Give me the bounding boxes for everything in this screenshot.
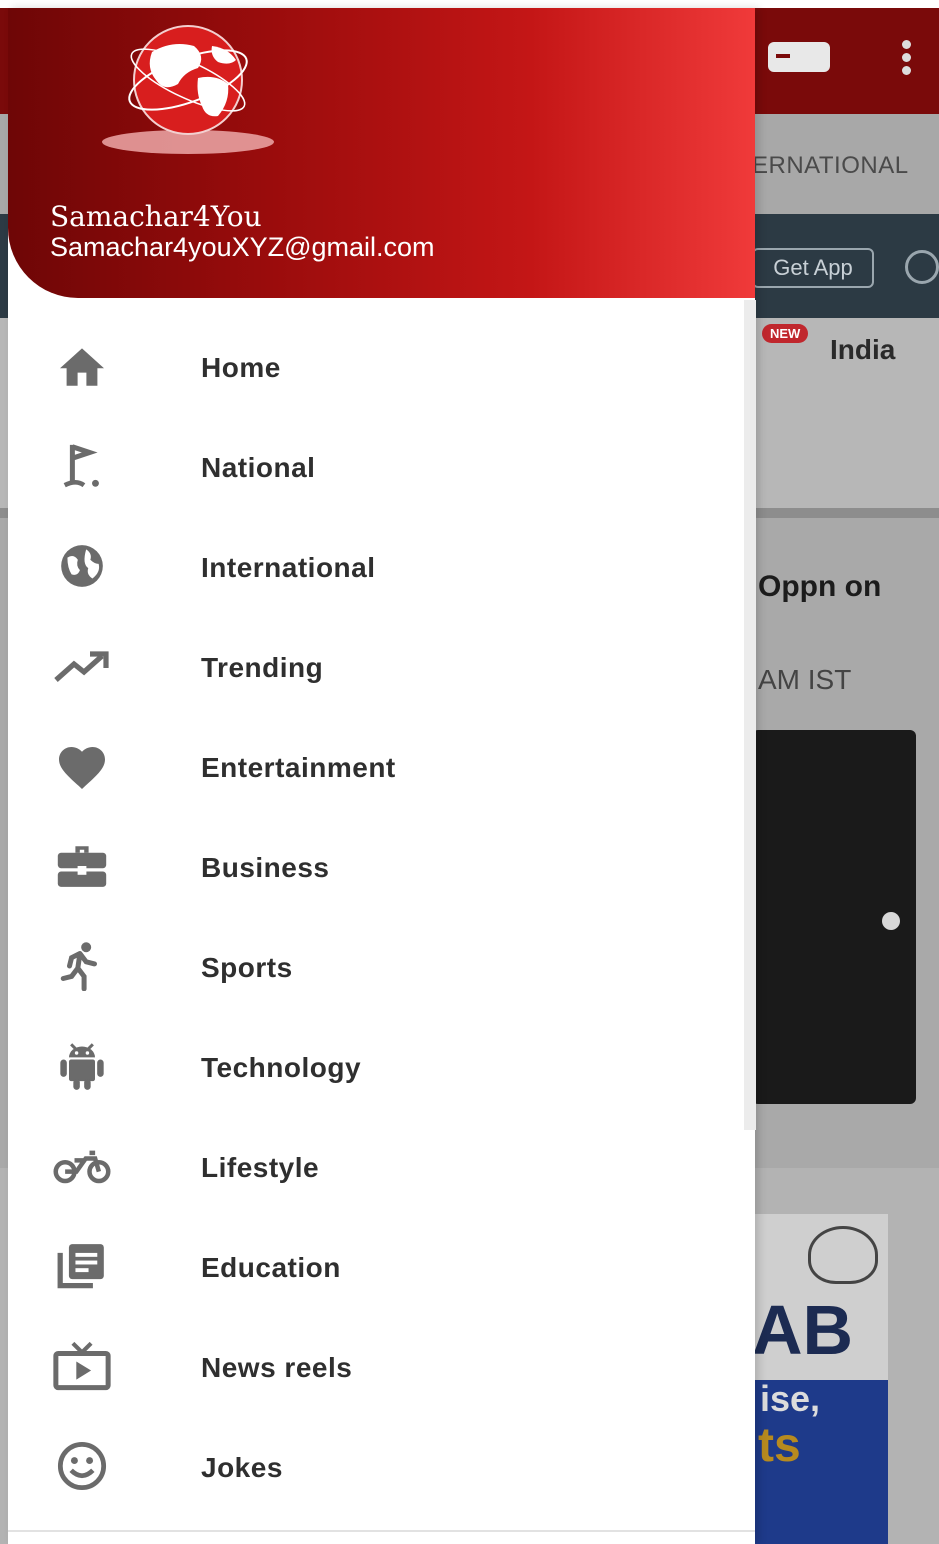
- new-badge: NEW: [762, 324, 809, 343]
- navigation-drawer: Samachar4You Samachar4youXYZ@gmail.com H…: [8, 8, 755, 1544]
- article-photo[interactable]: [752, 730, 916, 1104]
- drawer-menu: Home National International Trending Ent…: [8, 316, 755, 1516]
- emblem-icon: [808, 1226, 878, 1284]
- menu-item-lifestyle[interactable]: Lifestyle: [8, 1116, 755, 1216]
- menu-label: Sports: [201, 952, 293, 983]
- menu-label: Jokes: [201, 1452, 283, 1483]
- search-icon[interactable]: [905, 250, 939, 284]
- menu-item-international[interactable]: International: [8, 516, 755, 616]
- ad-text-ise: ise,: [760, 1378, 821, 1419]
- tv-play-icon: [52, 1340, 112, 1392]
- menu-label: Business: [201, 852, 330, 883]
- drawer-header: Samachar4You Samachar4youXYZ@gmail.com: [8, 8, 755, 298]
- drawer-bottom-divider: [8, 1530, 755, 1532]
- more-options-icon[interactable]: [902, 40, 912, 76]
- scrollbar[interactable]: [744, 300, 756, 1130]
- ad-text-ab: AB: [752, 1291, 854, 1369]
- get-app-button[interactable]: Get App: [752, 248, 874, 288]
- menu-label: Home: [201, 352, 281, 383]
- menu-label: International: [201, 552, 376, 583]
- user-email: Samachar4youXYZ@gmail.com: [50, 232, 435, 262]
- menu-item-news-reels[interactable]: News reels: [8, 1316, 755, 1416]
- menu-label: National: [201, 452, 316, 483]
- home-icon: [52, 340, 112, 392]
- menu-item-education[interactable]: Education: [8, 1216, 755, 1316]
- briefcase-icon: [52, 840, 112, 892]
- heart-icon: [52, 740, 112, 792]
- category-india[interactable]: India: [830, 334, 895, 366]
- globe-logo-icon: [102, 25, 274, 154]
- menu-label: News reels: [201, 1352, 353, 1383]
- article-timestamp: AM IST: [758, 664, 852, 695]
- menu-item-business[interactable]: Business: [8, 816, 755, 916]
- menu-item-technology[interactable]: Technology: [8, 1016, 755, 1116]
- gamepad-icon[interactable]: [768, 42, 830, 72]
- flag-icon: [52, 440, 112, 492]
- article-headline[interactable]: Oppn on: [758, 570, 881, 604]
- trending-up-icon: [52, 640, 112, 692]
- menu-label: Lifestyle: [201, 1152, 320, 1183]
- menu-item-trending[interactable]: Trending: [8, 616, 755, 716]
- library-books-icon: [52, 1240, 112, 1292]
- running-icon: [52, 940, 112, 992]
- menu-item-jokes[interactable]: Jokes: [8, 1416, 755, 1516]
- menu-label: Entertainment: [201, 752, 396, 783]
- smiley-icon: [52, 1440, 112, 1492]
- menu-label: Trending: [201, 652, 324, 683]
- android-icon: [52, 1040, 112, 1092]
- menu-label: Education: [201, 1252, 341, 1283]
- menu-item-home[interactable]: Home: [8, 316, 755, 416]
- menu-item-sports[interactable]: Sports: [8, 916, 755, 1016]
- app-name: Samachar4You: [50, 200, 262, 233]
- bg-tab-international[interactable]: ERNATIONAL: [752, 152, 909, 180]
- bike-icon: [52, 1140, 112, 1192]
- menu-item-entertainment[interactable]: Entertainment: [8, 716, 755, 816]
- menu-item-national[interactable]: National: [8, 416, 755, 516]
- menu-label: Technology: [201, 1052, 362, 1083]
- ad-text-ts: ts: [758, 1419, 801, 1472]
- globe-icon: [52, 540, 112, 592]
